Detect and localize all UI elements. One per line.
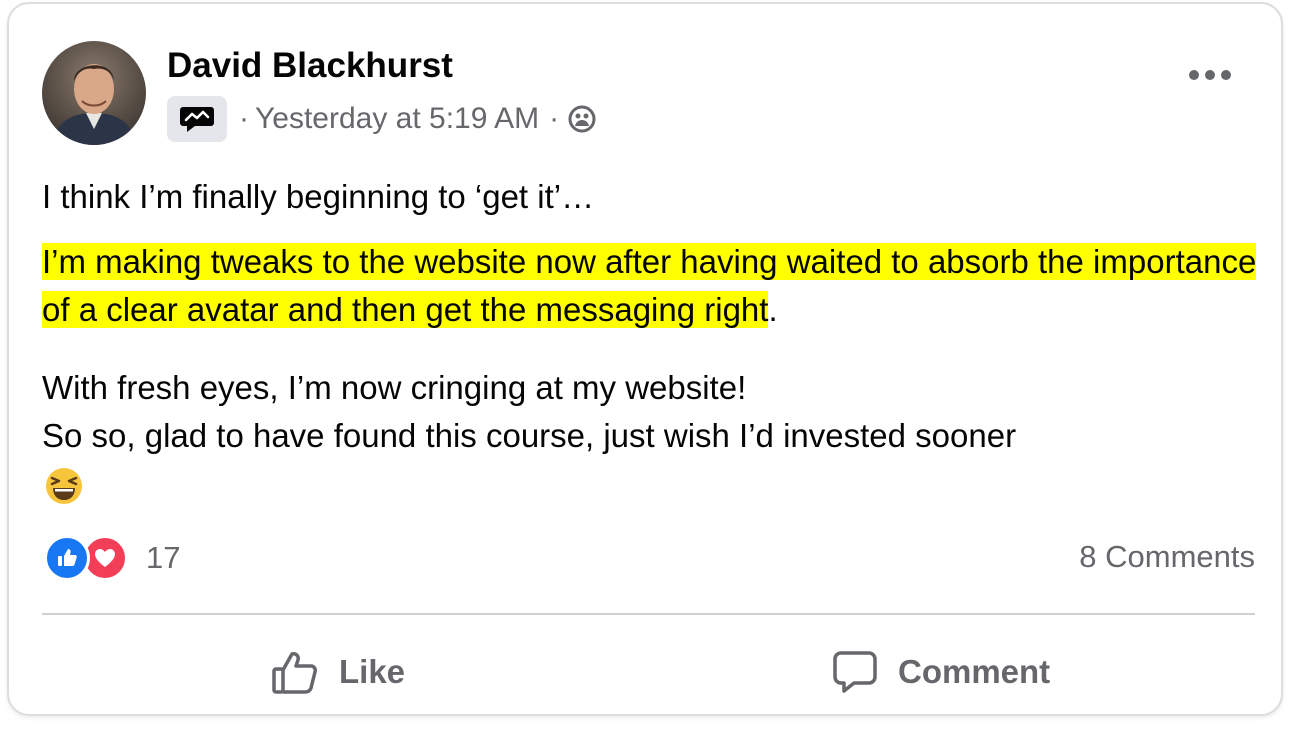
speech-bubble-icon (833, 651, 877, 693)
post-paragraph-3: With fresh eyes, I’m now cringing at my … (42, 364, 1267, 460)
like-button[interactable]: Like (271, 644, 405, 700)
comment-label: Comment (898, 653, 1051, 690)
comment-button[interactable]: Comment (832, 644, 1050, 700)
author-name[interactable]: David Blackhurst (167, 44, 453, 88)
more-options-icon[interactable] (1189, 70, 1231, 80)
meta-separator: · (549, 102, 560, 135)
paragraph-2-tail: . (768, 291, 778, 328)
reaction-count: 17 (146, 540, 181, 575)
like-reaction-icon (44, 535, 90, 581)
like-label: Like (339, 653, 406, 690)
meta-separator: · (239, 102, 249, 135)
community-badge-icon[interactable] (167, 96, 227, 142)
divider (42, 613, 1255, 615)
thumbs-up-icon (272, 652, 317, 694)
reactions-summary[interactable]: 17 (44, 535, 180, 581)
laughing-emoji-icon (44, 466, 84, 511)
post-card: David Blackhurst · Yesterday at 5:19 AM … (7, 2, 1283, 716)
avatar[interactable] (42, 41, 146, 145)
comments-count-link[interactable]: 8 Comments (1079, 539, 1255, 575)
post-meta: · Yesterday at 5:19 AM · (167, 96, 597, 142)
group-audience-icon[interactable] (567, 104, 597, 134)
post-paragraph-2: I’m making tweaks to the website now aft… (42, 238, 1267, 334)
paragraph-3-line-2: So so, glad to have found this course, j… (42, 417, 1017, 454)
post-paragraph-1: I think I’m finally beginning to ‘get it… (42, 178, 595, 215)
paragraph-3-line-1: With fresh eyes, I’m now cringing at my … (42, 369, 747, 406)
post-timestamp[interactable]: Yesterday at 5:19 AM (255, 102, 539, 136)
highlighted-text: I’m making tweaks to the website now aft… (42, 243, 1257, 328)
